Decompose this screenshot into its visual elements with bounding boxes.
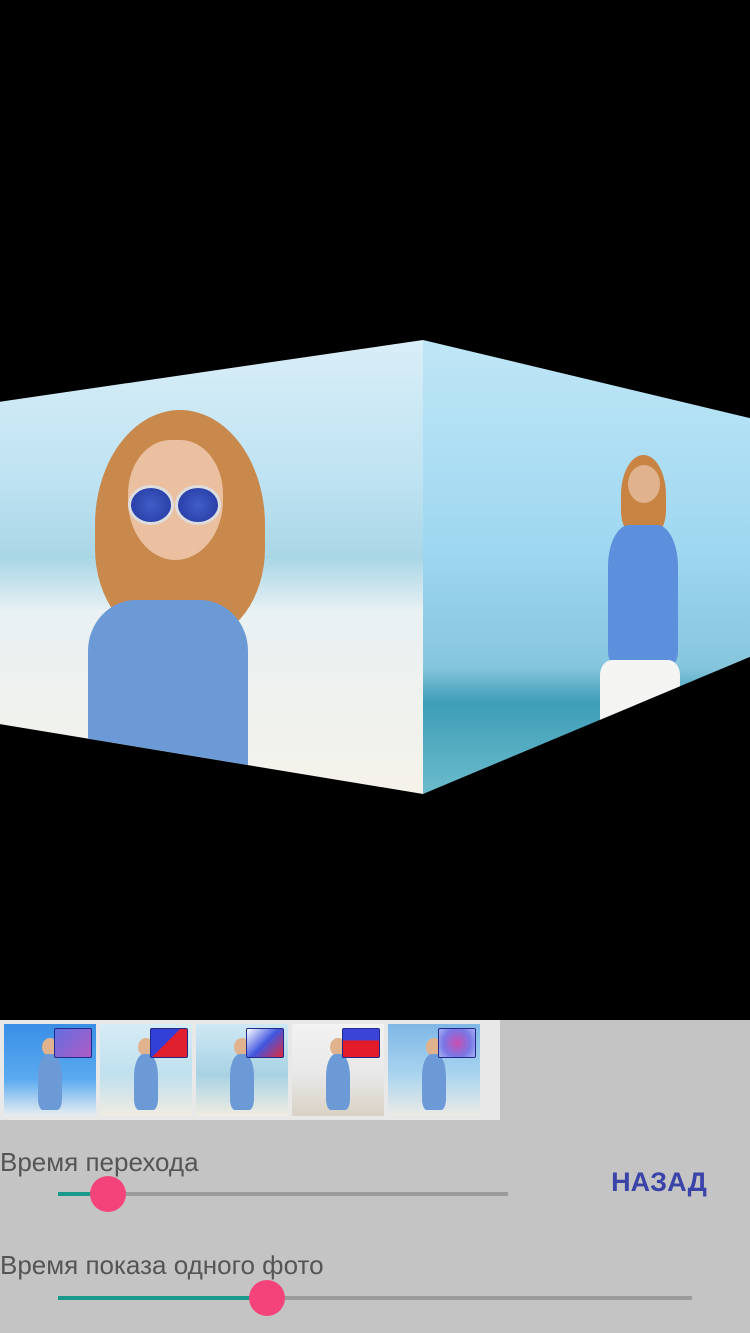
display-time-slider[interactable] xyxy=(58,1280,692,1316)
photo-head xyxy=(628,465,660,503)
transition-effect-icon[interactable] xyxy=(246,1028,284,1058)
transition-effect-icon[interactable] xyxy=(438,1028,476,1058)
controls-panel: Время перехода НАЗАД Время показа одного… xyxy=(0,1020,750,1333)
transition-effect-icon[interactable] xyxy=(54,1028,92,1058)
slideshow-preview xyxy=(0,0,750,1020)
transition-effect-icon[interactable] xyxy=(150,1028,188,1058)
sunglasses-left-lens xyxy=(128,485,174,525)
transition-time-label: Время перехода xyxy=(0,1147,199,1177)
thumbnail-3[interactable] xyxy=(196,1024,288,1116)
transition-effect-icon[interactable] xyxy=(342,1028,380,1058)
cube-left-face-photo xyxy=(0,340,423,794)
photo-top xyxy=(608,525,678,665)
thumbnail-person xyxy=(230,1054,254,1110)
slider-fill xyxy=(58,1296,267,1300)
thumbnail-strip xyxy=(0,1020,500,1120)
thumbnail-person xyxy=(38,1054,62,1110)
sunglasses-right-lens xyxy=(175,485,221,525)
thumbnail-person xyxy=(422,1054,446,1110)
slider-thumb[interactable] xyxy=(90,1176,126,1212)
thumbnail-person xyxy=(326,1054,350,1110)
transition-time-slider[interactable] xyxy=(58,1176,508,1212)
slider-thumb[interactable] xyxy=(249,1280,285,1316)
photo-skirt xyxy=(600,660,680,760)
display-time-label: Время показа одного фото xyxy=(0,1250,324,1280)
thumbnail-1[interactable] xyxy=(4,1024,96,1116)
thumbnail-person xyxy=(134,1054,158,1110)
thumbnail-2[interactable] xyxy=(100,1024,192,1116)
thumbnail-5[interactable] xyxy=(388,1024,480,1116)
cube-right-face-photo xyxy=(423,340,750,794)
thumbnail-4[interactable] xyxy=(292,1024,384,1116)
photo-shirt xyxy=(88,600,248,770)
back-button[interactable]: НАЗАД xyxy=(600,1160,718,1204)
